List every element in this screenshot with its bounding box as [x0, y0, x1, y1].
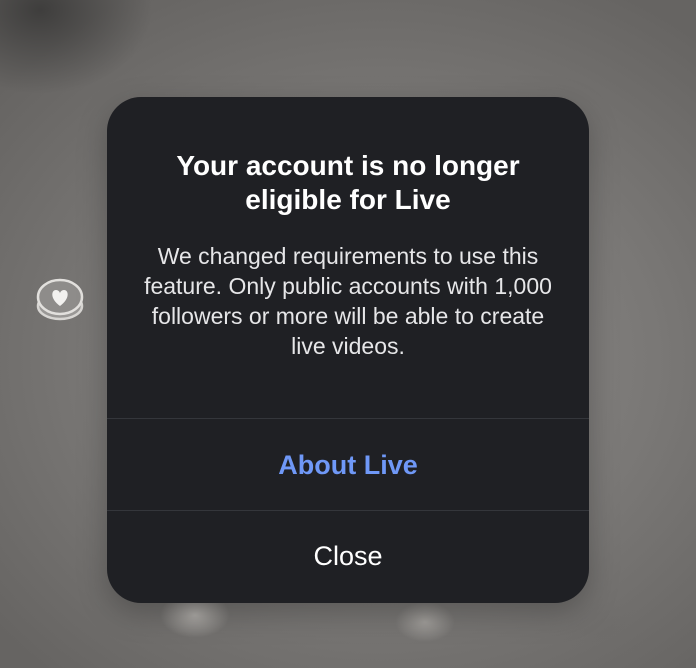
live-ineligible-alert: Your account is no longer eligible for L…: [107, 97, 589, 603]
background-blur-spot: [560, 600, 650, 660]
camera-background: Your account is no longer eligible for L…: [0, 0, 696, 668]
heart-reaction-icon[interactable]: [36, 276, 84, 322]
background-blur-spot: [395, 602, 455, 642]
about-live-button[interactable]: About Live: [107, 420, 589, 510]
close-button[interactable]: Close: [107, 511, 589, 601]
alert-title: Your account is no longer eligible for L…: [176, 150, 520, 215]
alert-message: We changed requirements to use this feat…: [144, 243, 552, 359]
alert-body: Your account is no longer eligible for L…: [107, 97, 589, 417]
alert-divider: [107, 418, 589, 419]
